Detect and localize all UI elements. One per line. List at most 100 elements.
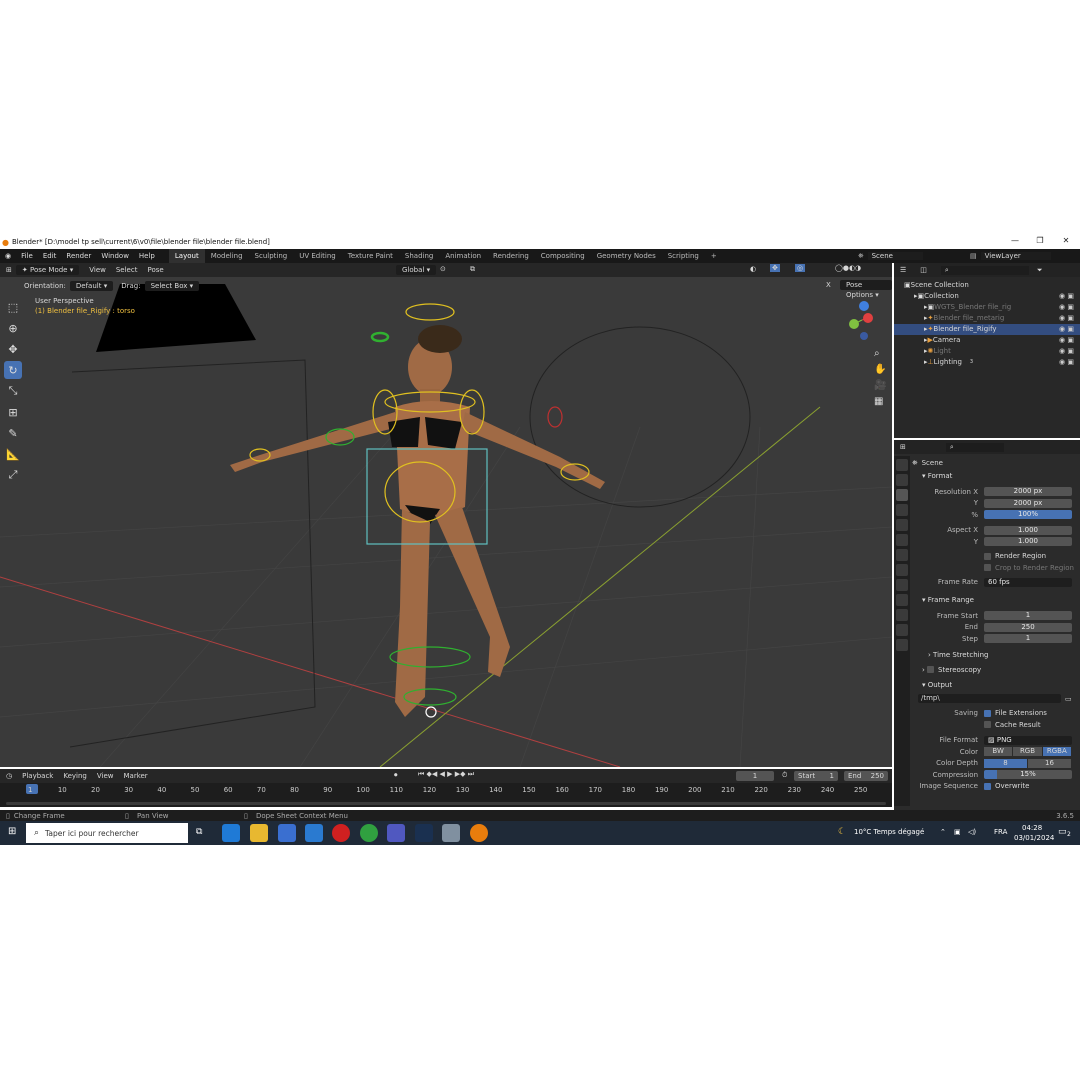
scene-tab-icon[interactable] — [896, 519, 908, 531]
snap-icon[interactable]: ⧉ — [470, 265, 475, 274]
visibility-icon[interactable]: ◐ — [750, 265, 756, 273]
mode-selector[interactable]: ✦ Pose Mode ▾ — [15, 265, 80, 275]
navigation-gizmo[interactable]: ⌕ ✋ 🎥 ▦ — [840, 300, 890, 410]
bone-tab-icon[interactable] — [896, 624, 908, 636]
resolution-y-field[interactable]: 2000 px — [984, 498, 1072, 508]
opera-icon[interactable] — [332, 824, 350, 842]
x-mirror-toggle[interactable]: X — [826, 281, 831, 289]
view-layer-tab-icon[interactable] — [896, 504, 908, 516]
menu-file[interactable]: File — [21, 252, 33, 260]
properties-search-icon[interactable]: ⌕ — [945, 442, 1004, 452]
tray-chevron-icon[interactable]: ⌃ — [940, 828, 946, 836]
visibility-toggle-icons[interactable]: ◉ ▣ — [1059, 346, 1074, 357]
filter-icon[interactable]: ⏷ — [1037, 266, 1043, 275]
workspace-tab-layout[interactable]: Layout — [168, 249, 205, 263]
compression-slider[interactable]: 15% — [984, 770, 1072, 779]
workspace-tab-animation[interactable]: Animation — [439, 249, 487, 263]
measure-icon[interactable]: 📐 — [4, 445, 22, 463]
color-option-rgba[interactable]: RGBA — [1042, 747, 1072, 756]
pose-options-dropdown[interactable]: Pose Options ▾ — [840, 280, 892, 299]
scale-icon[interactable]: ⤡ — [4, 382, 22, 400]
frame-step-field[interactable]: 1 — [984, 634, 1072, 643]
display-mode-icon[interactable]: ◫ — [920, 266, 927, 274]
viewport-menu-view[interactable]: View — [89, 266, 106, 274]
timeline-menu-view[interactable]: View — [97, 772, 114, 780]
move-icon[interactable]: ✥ — [4, 340, 22, 358]
workspace-tab-compositing[interactable]: Compositing — [535, 249, 591, 263]
output-panel-header[interactable]: ▾ Output — [912, 679, 1078, 691]
outliner-editor-icon[interactable]: ☰ — [900, 266, 906, 274]
visibility-toggle-icons[interactable]: ◉ ▣ — [1059, 357, 1074, 368]
stopwatch-icon[interactable]: ⏱ — [782, 771, 787, 780]
visibility-toggle-icons[interactable]: ◉ ▣ — [1059, 313, 1074, 324]
zoom-icon[interactable]: ⌕ — [874, 348, 880, 359]
texture-tab-icon[interactable] — [896, 639, 908, 651]
timeline-menu-marker[interactable]: Marker — [123, 772, 147, 780]
annotate-icon[interactable]: ✎ — [4, 424, 22, 442]
viewport-menu-pose[interactable]: Pose — [147, 266, 163, 274]
viewport-menu-select[interactable]: Select — [116, 266, 138, 274]
cache-result-checkbox[interactable] — [984, 721, 991, 728]
outliner-row[interactable]: ▸ ✦ Blender file_metarig ◉ ▣ — [894, 313, 1080, 324]
render-tab-icon[interactable] — [896, 474, 908, 486]
object-tab-icon[interactable] — [896, 549, 908, 561]
outliner-row[interactable]: ▣ Scene Collection — [894, 280, 1080, 291]
camera-view-icon[interactable]: 🎥 — [874, 380, 886, 391]
frame-range-panel-header[interactable]: ▾ Frame Range — [912, 594, 1078, 606]
maximize-button[interactable]: ❐ — [1028, 236, 1052, 245]
app-icon[interactable] — [442, 824, 460, 842]
windows-start-icon[interactable]: ⊞ — [8, 826, 16, 837]
data-tab-icon[interactable] — [896, 609, 908, 621]
minimize-button[interactable]: — — [1003, 236, 1027, 245]
playback-controls[interactable]: ⏮ ◆◀ ◀ ▶ ▶◆ ⏭ — [418, 770, 474, 779]
outliner-row[interactable]: ▸ ✦ Blender file_Rigify ◉ ▣ — [894, 324, 1080, 335]
volume-icon[interactable]: ◁) — [968, 828, 976, 836]
axis-gizmo[interactable] — [840, 300, 890, 410]
timeline-scrollbar[interactable] — [6, 802, 886, 805]
visibility-toggle-icons[interactable]: ◉ ▣ — [1059, 335, 1074, 346]
workspace-tab-sculpting[interactable]: Sculpting — [249, 249, 294, 263]
chrome-icon[interactable] — [360, 824, 378, 842]
rotate-icon[interactable]: ↻ — [4, 361, 22, 379]
cache-result-row[interactable]: Cache Result — [912, 719, 1078, 730]
resolution-x-field[interactable]: 2000 px — [984, 487, 1072, 496]
render-region-row[interactable]: Render Region — [912, 551, 1078, 562]
clock-time[interactable]: 04:28 — [1022, 824, 1042, 832]
timeline-area[interactable]: 1 10 20 30 40 50 60 70 80 90 100 110 120 130 140 150 160… — [0, 783, 892, 807]
workspace-tab-modeling[interactable]: Modeling — [205, 249, 249, 263]
crop-region-row[interactable]: Crop to Render Region — [912, 562, 1078, 573]
format-panel-header[interactable]: ▾ Format — [912, 470, 1078, 482]
taskbar-search[interactable]: ⌕ Taper ici pour rechercher — [26, 823, 188, 843]
frame-end-field[interactable]: 250 — [984, 622, 1072, 632]
overlay-toggle-icon[interactable]: ◎ — [795, 264, 806, 272]
cursor-icon[interactable]: ⊕ — [4, 319, 22, 337]
modifier-tab-icon[interactable] — [896, 564, 908, 576]
outliner-row[interactable]: ▸ ▣ Collection ◉ ▣ — [894, 291, 1080, 302]
blender-taskbar-icon[interactable] — [470, 824, 488, 842]
teams-icon[interactable] — [387, 824, 405, 842]
outliner-row[interactable]: ▸ ⊥ Lighting 3 ◉ ▣ — [894, 357, 1080, 368]
menu-edit[interactable]: Edit — [43, 252, 57, 260]
network-icon[interactable]: ▣ — [954, 828, 961, 836]
shading-modes[interactable]: ◯●◐◑ — [835, 264, 861, 272]
scene-selector[interactable]: ⛯ Scene — [858, 249, 923, 263]
physics-tab-icon[interactable] — [896, 579, 908, 591]
task-view-icon[interactable]: ⧉ — [196, 827, 202, 837]
viewlayer-selector[interactable]: ▤ ViewLayer — [970, 249, 1051, 263]
frame-start-field[interactable]: 1 — [984, 611, 1072, 620]
pivot-icon[interactable]: ⊙ — [440, 265, 446, 273]
file-extensions-checkbox[interactable] — [984, 709, 991, 717]
timeline-menu-keying[interactable]: Keying — [63, 772, 87, 780]
aspect-y-field[interactable]: 1.000 — [984, 537, 1072, 546]
menu-render[interactable]: Render — [66, 252, 91, 260]
gizmo-toggle-icon[interactable]: ✥ — [770, 264, 780, 272]
outliner-search-icon[interactable]: ⌕ — [940, 265, 1029, 275]
frame-rate-dropdown[interactable]: 60 fps — [984, 577, 1072, 587]
steam-icon[interactable] — [415, 824, 433, 842]
notification-icon[interactable]: ▭ — [1058, 827, 1067, 837]
color-depth-option-16[interactable]: 16 — [1028, 758, 1072, 768]
select-box-icon[interactable]: ⬚ — [4, 298, 22, 316]
timeline-menu-playback[interactable]: Playback — [22, 772, 53, 780]
language-indicator[interactable]: FRA — [994, 828, 1007, 836]
menu-window[interactable]: Window — [101, 252, 129, 260]
